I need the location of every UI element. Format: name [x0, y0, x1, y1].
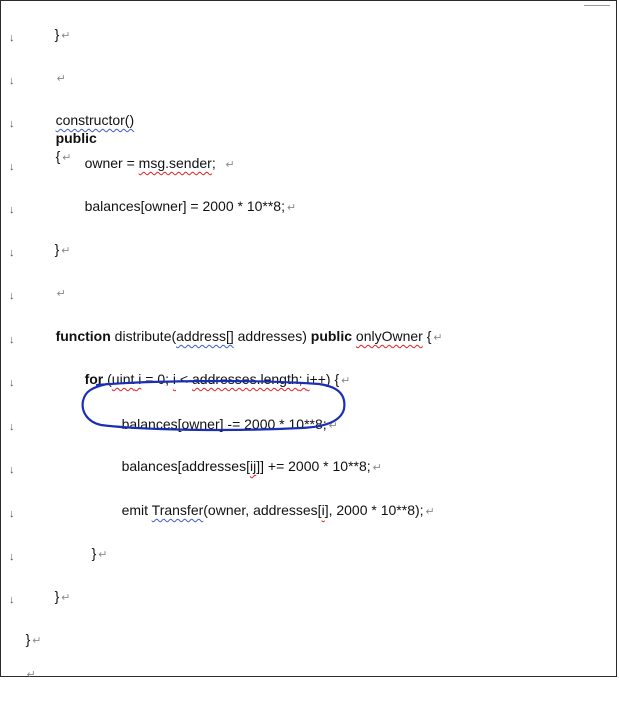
- code-line-outer-close: } ↵: [39, 569, 71, 604]
- line-break-mark: ↓: [9, 334, 15, 346]
- uint-token: uint: [111, 371, 135, 387]
- function-keyword: function: [55, 328, 111, 344]
- code-text: (: [103, 371, 112, 387]
- code-line-final-close: } ↵: [10, 612, 42, 647]
- msg-sender-token: msg.sender: [138, 155, 212, 171]
- code-line-balances-subtract: balances[owner] -= 2000 * 10**8; ↵: [106, 397, 338, 432]
- blank-line: ↵: [39, 265, 66, 300]
- line-break-mark: ↓: [9, 247, 15, 259]
- code-text: }: [25, 631, 31, 647]
- code-text: emit: [121, 502, 152, 518]
- code-text: ++) {: [309, 371, 340, 387]
- paragraph-mark: ↵: [56, 73, 66, 85]
- line-break-mark: ↓: [9, 594, 15, 606]
- code-text: addresses): [233, 328, 311, 344]
- paragraph-mark: ↵: [372, 462, 382, 474]
- paragraph-mark: ↵: [56, 288, 66, 300]
- paragraph-mark: ↵: [61, 592, 71, 604]
- addresses-length-token: addresses.length: [192, 371, 299, 387]
- semicolon: ;: [211, 155, 216, 171]
- page-corner-mark: [584, 1, 610, 6]
- line-break-mark: ↓: [9, 290, 15, 302]
- code-line-emit-transfer: emit Transfer(owner, addresses[i], 2000 …: [106, 483, 435, 518]
- document-page: } ↵ ↓ ↵ ↓ constructor() public {↵ ↓ owner…: [0, 0, 617, 681]
- code-line-close-brace-top: } ↵: [39, 7, 71, 42]
- code-line-balances-add: balances[addresses[ij]] += 2000 * 10**8;…: [106, 439, 382, 474]
- line-break-mark: ↓: [9, 204, 15, 216]
- code-line-close-brace: } ↵: [39, 222, 71, 257]
- code-text: }: [54, 26, 60, 42]
- only-owner-token: onlyOwner: [355, 328, 423, 344]
- code-text: ]] += 2000 * 10**8;: [256, 458, 371, 474]
- line-break-mark: ↓: [9, 161, 15, 173]
- public-keyword: public: [310, 328, 353, 344]
- line-break-mark: ↓: [9, 551, 15, 563]
- paragraph-mark: ↵: [225, 159, 235, 171]
- paragraph-mark: ↵: [425, 506, 435, 518]
- paragraph-mark: ↵: [98, 549, 108, 561]
- paragraph-mark: ↵: [328, 420, 338, 432]
- code-text: balances[owner] = 2000 * 10**8;: [84, 198, 285, 214]
- code-text: }: [54, 588, 60, 604]
- paragraph-mark: ↵: [287, 202, 297, 214]
- open-brace: {: [422, 328, 432, 344]
- open-brace: {: [55, 148, 61, 164]
- line-break-mark: ↓: [9, 377, 15, 389]
- code-text: (owner, addresses[: [203, 502, 322, 518]
- code-text: balances[owner] -= 2000 * 10**8;: [121, 416, 327, 432]
- line-break-mark: ↓: [9, 32, 15, 44]
- code-text: balances[addresses[: [121, 458, 250, 474]
- blank-line: ↵: [39, 50, 66, 85]
- code-line-for-loop: for (uint i = 0; i < addresses.length; i…: [69, 352, 351, 387]
- code-text: }: [54, 241, 60, 257]
- code-text: ], 2000 * 10**8);: [324, 502, 424, 518]
- paragraph-mark: ↵: [61, 245, 71, 257]
- code-line-constructor: constructor() public {↵: [40, 93, 135, 164]
- for-keyword: for: [84, 371, 104, 387]
- paragraph-mark: ↵: [61, 30, 71, 42]
- code-text: }: [91, 545, 97, 561]
- line-break-mark: ↓: [9, 421, 15, 433]
- paragraph-mark: ↵: [433, 332, 443, 344]
- constructor-keyword: constructor(): [55, 112, 135, 128]
- code-line-inner-close: } ↵: [76, 526, 108, 561]
- line-break-mark: ↓: [9, 75, 15, 87]
- code-text: = 0;: [141, 371, 173, 387]
- code-line-balances-init: balances[owner] = 2000 * 10**8; ↵: [69, 179, 297, 214]
- line-break-mark: ↓: [9, 508, 15, 520]
- line-break-mark: ↓: [9, 118, 15, 130]
- code-text: distribute(: [110, 328, 177, 344]
- transfer-token: Transfer: [151, 502, 204, 518]
- code-line-owner-assign: owner = msg.sender; ↵: [69, 136, 235, 171]
- address-array-token: address[]: [176, 328, 234, 344]
- line-break-mark: ↓: [9, 464, 15, 476]
- blank-line: ↵: [9, 646, 36, 681]
- paragraph-mark: ↵: [341, 375, 351, 387]
- paragraph-mark: ↵: [26, 669, 36, 681]
- code-line-function-distribute: function distribute(address[] addresses)…: [40, 309, 443, 344]
- code-text: <: [176, 371, 192, 387]
- code-text: owner =: [84, 155, 139, 171]
